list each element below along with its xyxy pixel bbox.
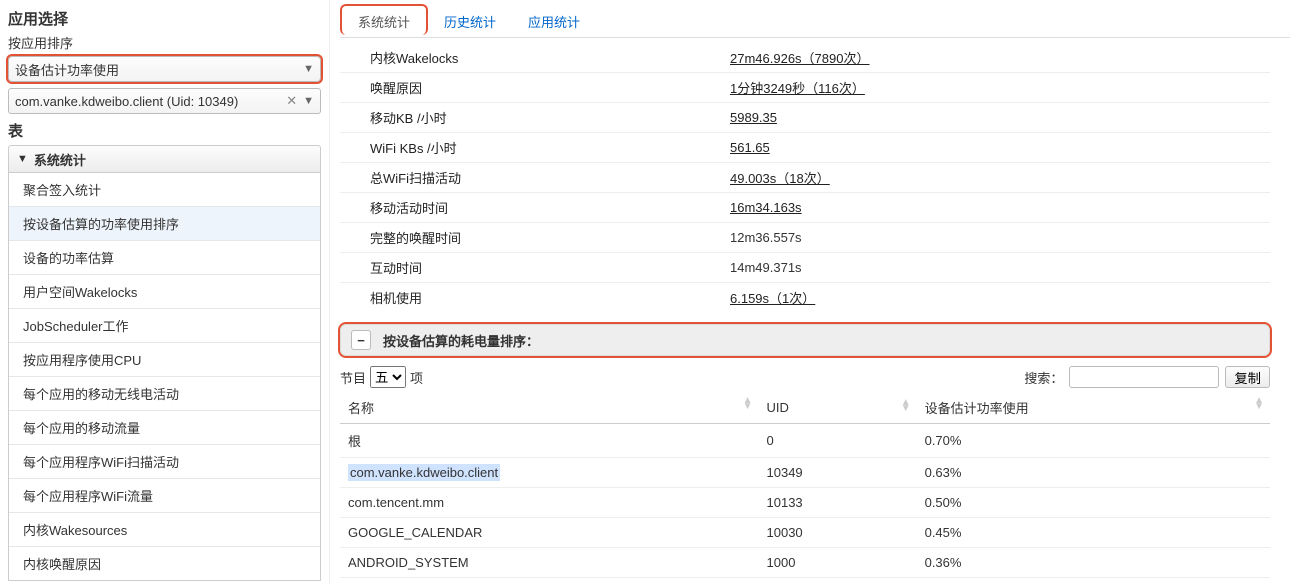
stats-label: 移动KB /小时	[340, 108, 730, 127]
group-title: 按设备估算的耗电量排序：	[383, 331, 539, 350]
stats-table: 内核Wakelocks27m46.926s（7890次）唤醒原因1分钟3249秒…	[340, 42, 1270, 312]
stats-row: 唤醒原因1分钟3249秒（116次）	[340, 72, 1270, 102]
stats-row: 互动时间14m49.371s	[340, 252, 1270, 282]
tab[interactable]: 系统统计	[340, 4, 428, 35]
table-row[interactable]: 根00.70%	[340, 424, 1270, 458]
table-section-title: 表	[8, 120, 321, 141]
chevron-down-icon: ▼	[303, 63, 314, 75]
app-select-value: com.vanke.kdweibo.client (Uid: 10349)	[15, 94, 238, 109]
cell-name: 根	[340, 424, 759, 458]
column-header[interactable]: 名称▲▼	[340, 392, 759, 424]
cell-uid: 10349	[759, 458, 917, 488]
stats-value[interactable]: 27m46.926s（7890次）	[730, 48, 1270, 67]
sidebar-item[interactable]: 内核Wakesources	[9, 513, 320, 547]
stats-label: 完整的唤醒时间	[340, 228, 730, 247]
stats-value[interactable]: 49.003s（18次）	[730, 168, 1270, 187]
tree-group-header[interactable]: ▼ 系统统计	[8, 145, 321, 173]
search-input[interactable]	[1069, 366, 1219, 388]
sort-icon: ▲▼	[743, 398, 753, 410]
sidebar-item[interactable]: JobScheduler工作	[9, 309, 320, 343]
metric-select[interactable]: 设备估计功率使用 ▼	[8, 56, 321, 82]
stats-label: 内核Wakelocks	[340, 48, 730, 67]
cell-name: com.tencent.mm	[340, 488, 759, 518]
right-panel: 系统统计历史统计应用统计 内核Wakelocks27m46.926s（7890次…	[330, 0, 1300, 584]
sidebar-item[interactable]: 内核唤醒原因	[9, 547, 320, 580]
tree-list: 聚合签入统计按设备估算的功率使用排序设备的功率估算用户空间WakelocksJo…	[8, 173, 321, 581]
stats-label: WiFi KBs /小时	[340, 138, 730, 157]
stats-value: 12m36.557s	[730, 230, 1270, 245]
data-table: 名称▲▼UID▲▼设备估计功率使用▲▼ 根00.70%com.vanke.kdw…	[340, 392, 1270, 578]
stats-label: 总WiFi扫描活动	[340, 168, 730, 187]
sort-icon: ▲▼	[901, 400, 911, 412]
app-select[interactable]: com.vanke.kdweibo.client (Uid: 10349) ✕ …	[8, 88, 321, 114]
sort-by-app-label: 按应用排序	[8, 33, 321, 52]
stats-row: 总WiFi扫描活动49.003s（18次）	[340, 162, 1270, 192]
stats-value[interactable]: 5989.35	[730, 110, 1270, 125]
stats-row: 移动KB /小时5989.35	[340, 102, 1270, 132]
table-row[interactable]: GOOGLE_CALENDAR100300.45%	[340, 518, 1270, 548]
cell-power: 0.36%	[917, 548, 1270, 578]
sort-icon: ▲▼	[1254, 398, 1264, 410]
cell-power: 0.50%	[917, 488, 1270, 518]
stats-value[interactable]: 561.65	[730, 140, 1270, 155]
search-label: 搜索：	[1024, 368, 1063, 387]
stats-value[interactable]: 16m34.163s	[730, 200, 1270, 215]
stats-label: 唤醒原因	[340, 78, 730, 97]
sidebar-item[interactable]: 按设备估算的功率使用排序	[9, 207, 320, 241]
collapse-icon[interactable]: −	[351, 330, 371, 350]
stats-value: 14m49.371s	[730, 260, 1270, 275]
stats-row: 移动活动时间16m34.163s	[340, 192, 1270, 222]
items-per-page-select[interactable]: 五	[370, 366, 406, 388]
cell-uid: 1000	[759, 548, 917, 578]
group-header[interactable]: − 按设备估算的耗电量排序：	[340, 324, 1270, 356]
tab[interactable]: 应用统计	[512, 6, 596, 37]
sidebar-item[interactable]: 每个应用的移动流量	[9, 411, 320, 445]
copy-button[interactable]: 复制	[1225, 366, 1270, 388]
cell-uid: 10030	[759, 518, 917, 548]
tree-group-label: 系统统计	[34, 150, 86, 169]
left-panel: 应用选择 按应用排序 设备估计功率使用 ▼ com.vanke.kdweibo.…	[0, 0, 330, 584]
cell-power: 0.63%	[917, 458, 1270, 488]
cell-uid: 0	[759, 424, 917, 458]
tab[interactable]: 历史统计	[428, 6, 512, 37]
table-row[interactable]: com.tencent.mm101330.50%	[340, 488, 1270, 518]
chevron-down-icon: ▼	[17, 153, 28, 165]
sidebar-item[interactable]: 按应用程序使用CPU	[9, 343, 320, 377]
chevron-down-icon: ▼	[303, 95, 314, 107]
table-controls: 节目 五 项 搜索： 复制	[340, 366, 1270, 388]
metric-select-value: 设备估计功率使用	[15, 60, 119, 79]
stats-row: 内核Wakelocks27m46.926s（7890次）	[340, 42, 1270, 72]
cell-name: com.vanke.kdweibo.client	[340, 458, 759, 488]
stats-value[interactable]: 6.159s（1次）	[730, 288, 1270, 307]
sidebar-item[interactable]: 用户空间Wakelocks	[9, 275, 320, 309]
cell-uid: 10133	[759, 488, 917, 518]
cell-power: 0.45%	[917, 518, 1270, 548]
app-select-title: 应用选择	[8, 8, 321, 29]
sidebar-item[interactable]: 聚合签入统计	[9, 173, 320, 207]
column-header[interactable]: UID▲▼	[759, 392, 917, 424]
items-suffix: 项	[410, 368, 423, 387]
stats-label: 互动时间	[340, 258, 730, 277]
stats-row: WiFi KBs /小时561.65	[340, 132, 1270, 162]
stats-row: 完整的唤醒时间12m36.557s	[340, 222, 1270, 252]
stats-label: 移动活动时间	[340, 198, 730, 217]
column-header[interactable]: 设备估计功率使用▲▼	[917, 392, 1270, 424]
sidebar-item[interactable]: 每个应用程序WiFi流量	[9, 479, 320, 513]
cell-name: ANDROID_SYSTEM	[340, 548, 759, 578]
sidebar-item[interactable]: 每个应用的移动无线电活动	[9, 377, 320, 411]
items-prefix: 节目	[340, 368, 366, 387]
tabs: 系统统计历史统计应用统计	[340, 6, 1290, 38]
sidebar-item[interactable]: 设备的功率估算	[9, 241, 320, 275]
stats-value[interactable]: 1分钟3249秒（116次）	[730, 78, 1270, 97]
clear-icon[interactable]: ✕	[286, 93, 297, 109]
table-row[interactable]: com.vanke.kdweibo.client103490.63%	[340, 458, 1270, 488]
stats-label: 相机使用	[340, 288, 730, 307]
stats-row: 相机使用6.159s（1次）	[340, 282, 1270, 312]
table-row[interactable]: ANDROID_SYSTEM10000.36%	[340, 548, 1270, 578]
cell-power: 0.70%	[917, 424, 1270, 458]
sidebar-item[interactable]: 每个应用程序WiFi扫描活动	[9, 445, 320, 479]
cell-name: GOOGLE_CALENDAR	[340, 518, 759, 548]
